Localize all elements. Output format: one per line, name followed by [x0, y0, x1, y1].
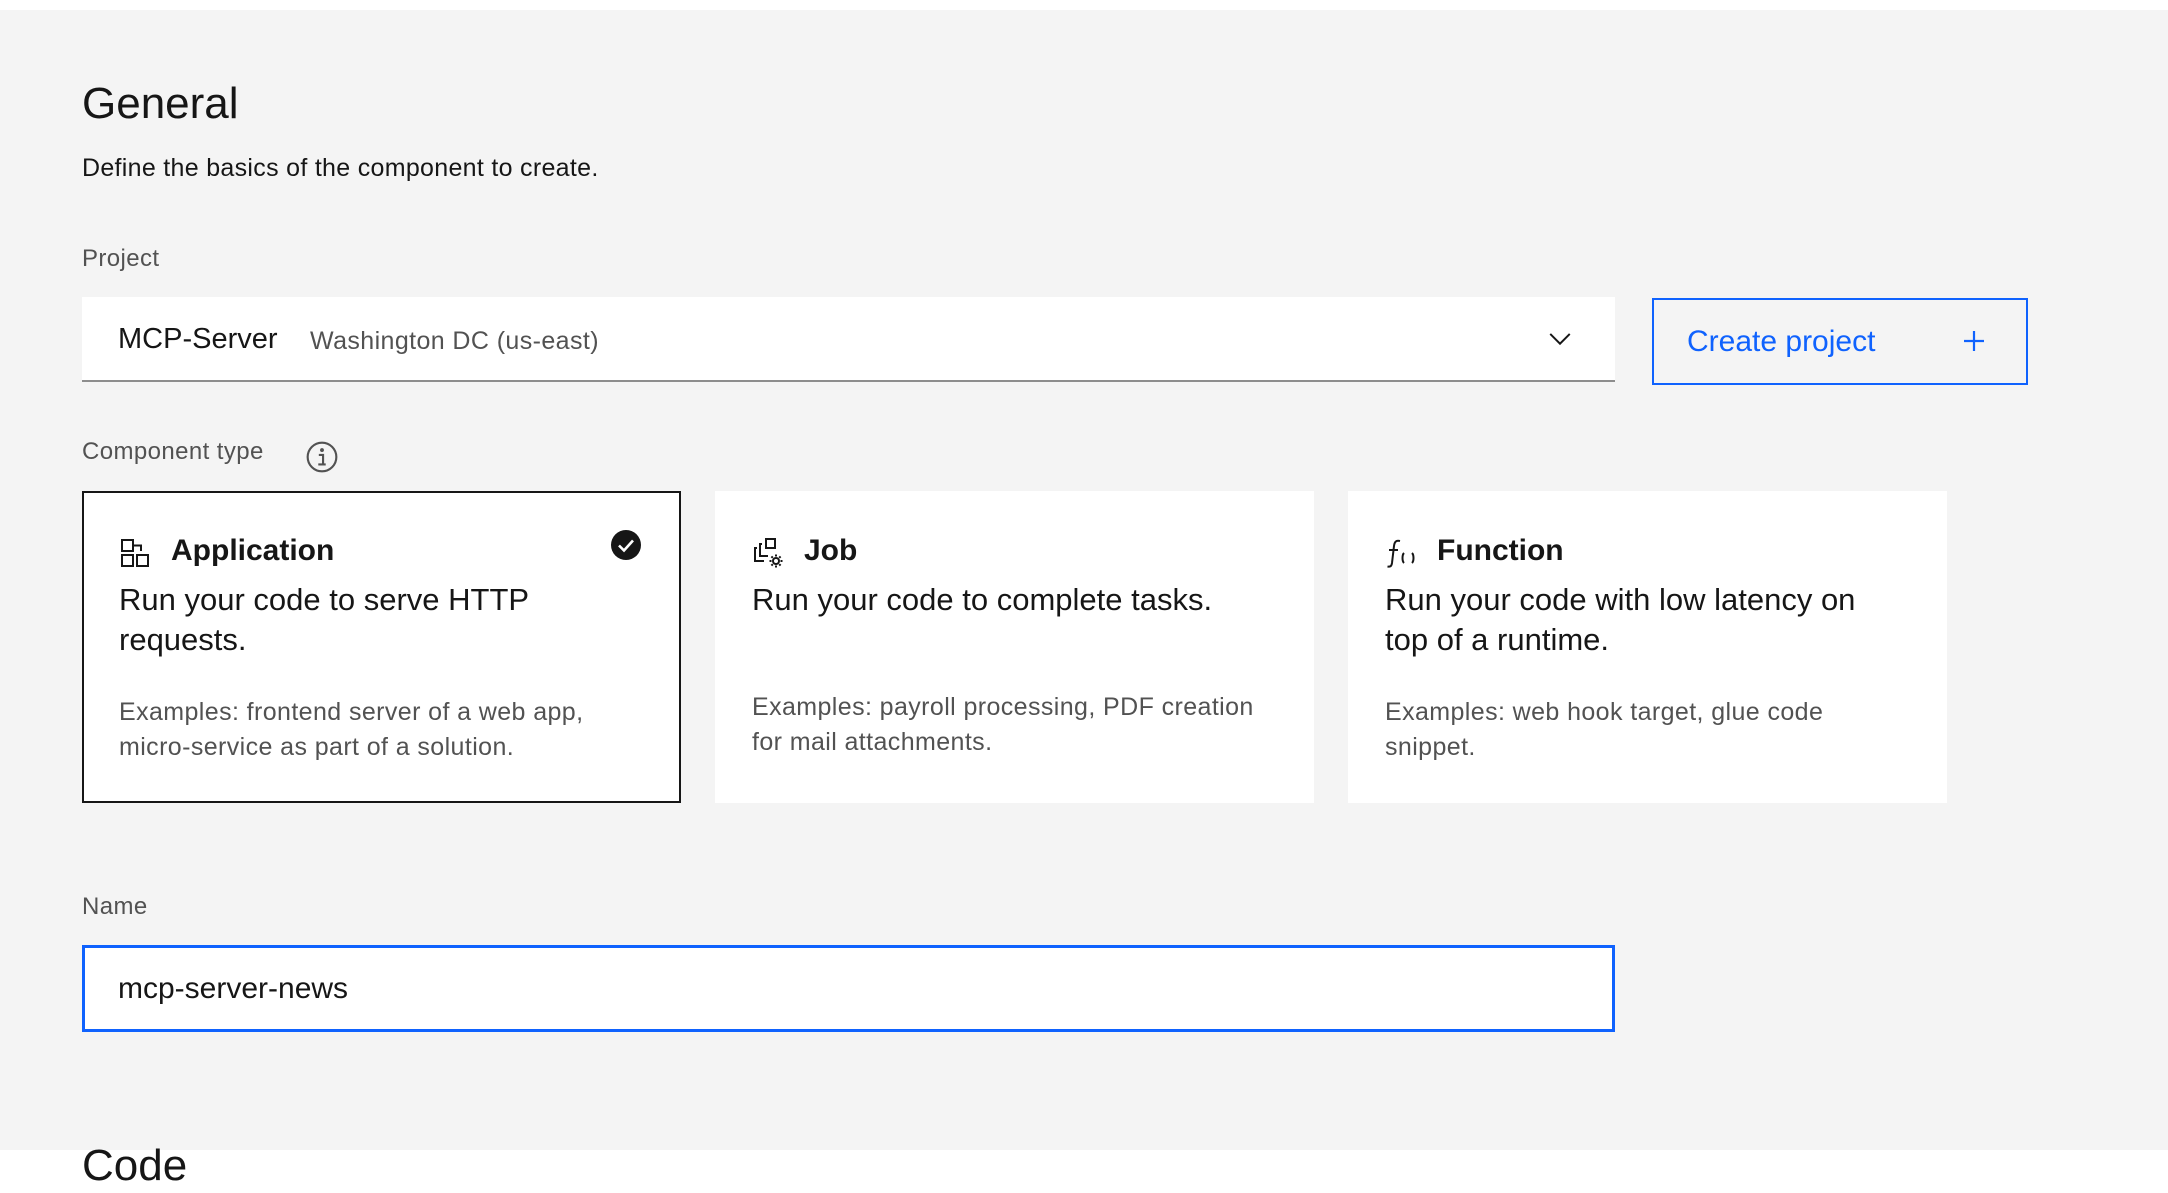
job-icon — [754, 538, 783, 568]
plus-icon — [1964, 331, 1984, 351]
create-project-label: Create project — [1687, 325, 1876, 358]
component-type-card-job[interactable]: Job Run your code to complete tasks. Exa… — [715, 491, 1314, 803]
card-examples: Examples: web hook target, glue code sni… — [1385, 698, 1824, 761]
create-project-button[interactable]: Create project — [1652, 298, 2028, 385]
name-input[interactable] — [82, 945, 1615, 1032]
card-title: Function — [1437, 534, 1564, 567]
section-description: Define the basics of the component to cr… — [82, 154, 599, 182]
project-label: Project — [82, 245, 160, 272]
component-type-card-application[interactable]: Application Run your code to serve HTTP … — [82, 491, 681, 803]
info-icon[interactable] — [305, 440, 339, 474]
section-title-code: Code — [82, 1141, 188, 1190]
card-examples: Examples: frontend server of a web app, … — [119, 698, 584, 761]
component-type-label: Component type — [82, 438, 264, 465]
card-description: Run your code to serve HTTP requests. — [119, 582, 529, 657]
project-selected-name: MCP-Server — [118, 323, 278, 355]
checkmark-filled-icon — [611, 530, 641, 560]
section-title-general: General — [82, 79, 239, 128]
card-title: Application — [171, 534, 335, 567]
card-examples: Examples: payroll processing, PDF creati… — [752, 693, 1254, 756]
chevron-down-icon — [1549, 333, 1571, 346]
application-icon — [121, 539, 149, 567]
card-title: Job — [804, 534, 858, 567]
card-description: Run your code with low latency on top of… — [1385, 582, 1856, 657]
function-icon — [1387, 539, 1415, 568]
project-selected-region: Washington DC (us-east) — [310, 327, 599, 355]
card-description: Run your code to complete tasks. — [752, 582, 1213, 617]
create-component-form: General Define the basics of the compone… — [0, 10, 2168, 1190]
project-dropdown[interactable]: MCP-Server Washington DC (us-east) — [82, 297, 1615, 382]
component-type-card-function[interactable]: Function Run your code with low latency … — [1348, 491, 1947, 803]
name-label: Name — [82, 893, 148, 920]
